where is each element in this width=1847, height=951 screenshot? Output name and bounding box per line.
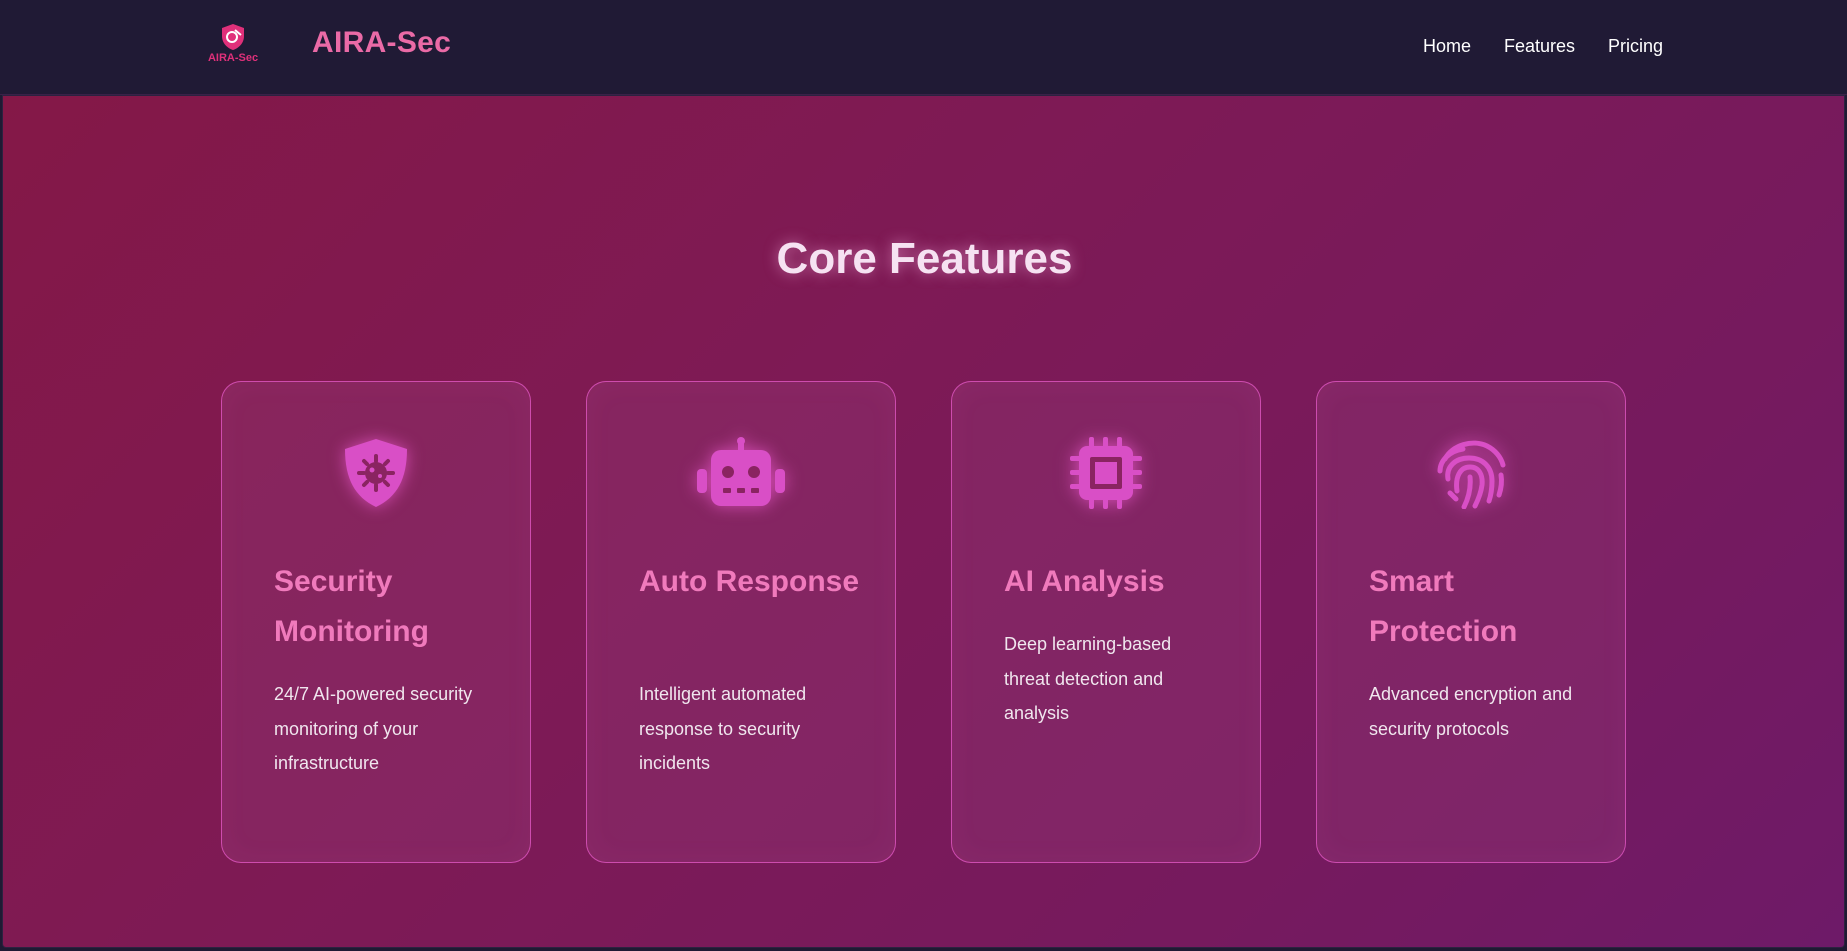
logo-shield-icon: [222, 24, 244, 50]
card-title: Auto Response: [639, 565, 860, 598]
feature-card-security-monitoring[interactable]: Security Monitoring 24/7 AI-powered secu…: [221, 381, 531, 863]
feature-card-ai-analysis[interactable]: AI Analysis Deep learning-based threat d…: [951, 381, 1261, 863]
fingerprint-icon: [1317, 437, 1625, 511]
card-description: 24/7 AI-powered security monitoring of y…: [274, 684, 473, 773]
microchip-icon: [952, 437, 1260, 511]
page: AIRA-Sec AIRA-Sec Home Features Pricing …: [0, 0, 1847, 951]
logo[interactable]: AIRA-Sec: [200, 22, 266, 70]
card-title: Security Monitoring: [274, 565, 429, 648]
card-description: Deep learning-based threat detection and…: [1004, 634, 1172, 723]
card-description: Intelligent automated response to securi…: [639, 684, 807, 773]
section-title: Core Features: [776, 234, 1073, 283]
logo-text: AIRA-Sec: [207, 52, 259, 64]
feature-card-smart-protection[interactable]: Smart Protection Advanced encryption and…: [1316, 381, 1626, 863]
brand-name[interactable]: AIRA-Sec: [312, 26, 451, 60]
card-title: AI Analysis: [1004, 565, 1165, 598]
robot-icon: [587, 437, 895, 511]
feature-card-auto-response[interactable]: Auto Response Intelligent automated resp…: [586, 381, 896, 863]
shield-virus-icon: [222, 437, 530, 511]
nav-link-pricing[interactable]: Pricing: [1608, 36, 1663, 57]
features-section: Core Features Security Monitoring 24/7 A…: [2, 95, 1845, 948]
nav-link-features[interactable]: Features: [1504, 36, 1575, 57]
top-navbar: AIRA-Sec AIRA-Sec Home Features Pricing: [0, 0, 1847, 95]
card-title: Smart Protection: [1369, 565, 1518, 648]
card-description: Advanced encryption and security protoco…: [1369, 684, 1573, 739]
nav-link-home[interactable]: Home: [1423, 36, 1471, 57]
